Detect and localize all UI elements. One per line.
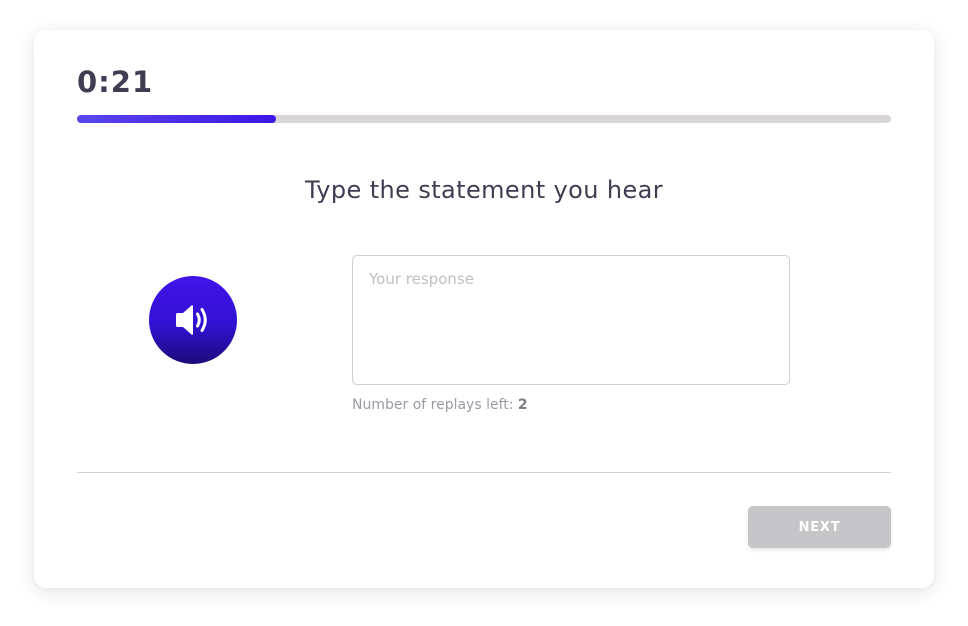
countdown-timer: 0:21	[77, 65, 154, 99]
next-button[interactable]: NEXT	[748, 506, 891, 548]
question-card: 0:21 Type the statement you hear Number …	[34, 30, 934, 588]
replays-count: 2	[517, 397, 528, 413]
footer-divider	[77, 472, 891, 473]
progress-bar	[77, 115, 891, 123]
progress-bar-fill	[77, 115, 277, 123]
speaker-volume-icon	[176, 305, 207, 335]
replays-remaining: Number of replays left: 2	[352, 396, 528, 414]
response-input[interactable]	[352, 255, 790, 385]
question-prompt: Type the statement you hear	[304, 176, 664, 204]
replays-label: Number of replays left:	[352, 397, 518, 413]
play-audio-button[interactable]	[149, 276, 237, 364]
